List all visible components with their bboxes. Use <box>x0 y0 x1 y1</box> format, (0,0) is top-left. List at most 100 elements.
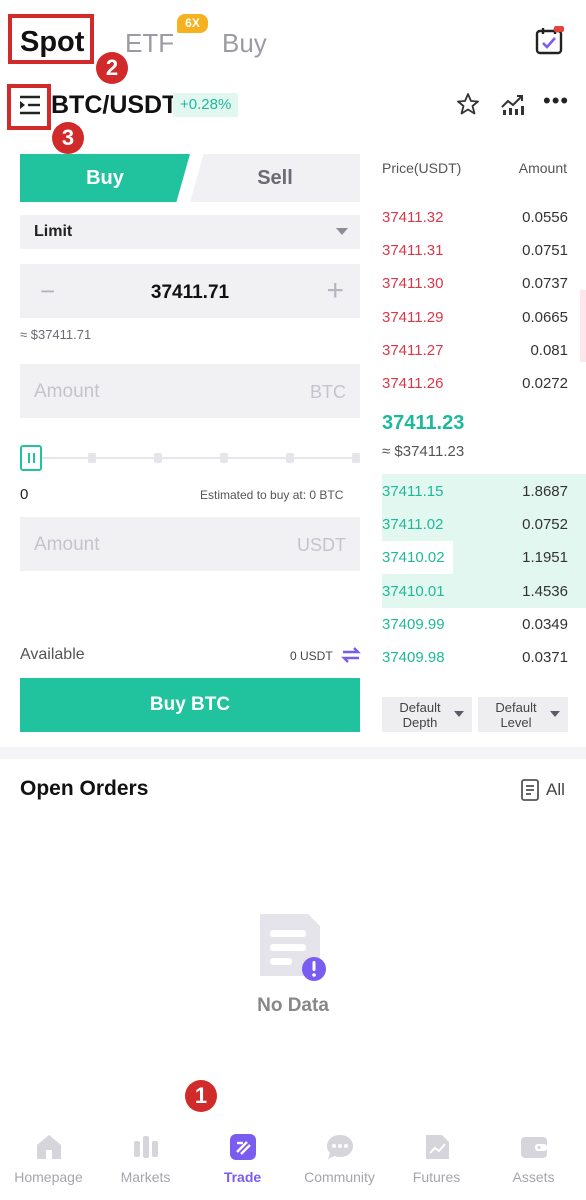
orderbook-price-header: Price(USDT) <box>382 160 462 176</box>
nav-label: Futures <box>412 1169 461 1185</box>
nav-trade[interactable]: Trade <box>194 1112 291 1200</box>
ask-amount: 0.0737 <box>522 275 568 293</box>
bid-amount: 1.4536 <box>522 582 568 600</box>
bid-price: 37411.15 <box>382 483 444 500</box>
star-icon[interactable] <box>456 92 480 116</box>
price-stepper[interactable]: − 37411.71 + <box>20 264 360 318</box>
ask-row[interactable]: 37411.32 0.0556 <box>382 206 568 228</box>
annotation-box-spot <box>8 14 94 64</box>
all-orders-link[interactable]: All <box>546 780 565 800</box>
price-input[interactable]: 37411.71 <box>20 282 360 304</box>
ask-amount: 0.081 <box>530 341 568 359</box>
slider-step[interactable] <box>352 453 360 463</box>
last-price-usd: ≈ $37411.23 <box>382 443 465 460</box>
amount-usdt-placeholder: Amount <box>34 534 100 555</box>
no-data-text: No Data <box>257 995 329 1016</box>
bid-price: 37409.98 <box>382 649 445 666</box>
nav-assets[interactable]: Assets <box>485 1112 582 1200</box>
default-depth-button[interactable]: Default Depth <box>382 697 472 732</box>
tab-etf[interactable]: ETF <box>125 28 174 59</box>
caret-down-icon <box>336 228 348 235</box>
sell-side-tab[interactable]: Sell <box>190 154 360 202</box>
order-type-select[interactable]: Limit <box>20 215 360 249</box>
bid-row[interactable]: 37410.02 1.1951 <box>382 540 586 575</box>
pair-row: BTC/USDT +0.28% ••• <box>0 86 586 126</box>
estimated-buy-text: Estimated to buy at: 0 BTC <box>200 488 344 502</box>
bid-price: 37409.99 <box>382 615 445 633</box>
nav-markets[interactable]: Markets <box>97 1112 194 1200</box>
nav-homepage[interactable]: Homepage <box>0 1112 97 1200</box>
ask-price: 37411.26 <box>382 375 444 392</box>
ask-price: 37411.32 <box>382 209 444 226</box>
bid-row[interactable]: 37409.98 0.0371 <box>382 646 568 668</box>
slider-handle[interactable] <box>20 445 42 471</box>
tab-buy[interactable]: Buy <box>222 28 267 59</box>
buy-side-tab[interactable]: Buy <box>20 154 190 202</box>
bid-amount: 0.0371 <box>522 649 568 666</box>
ask-row[interactable]: 37411.31 0.0751 <box>382 239 568 261</box>
bid-amount: 0.0349 <box>522 615 568 633</box>
caret-down-icon <box>550 711 560 717</box>
slider-step[interactable] <box>154 453 162 463</box>
assets-icon <box>521 1137 547 1158</box>
kline-chart-icon[interactable] <box>500 92 526 116</box>
nav-futures[interactable]: Futures <box>388 1112 485 1200</box>
annotation-number-1: 1 <box>185 1080 217 1112</box>
available-balance: 0 USDT <box>290 649 333 663</box>
ask-amount: 0.0272 <box>522 375 568 392</box>
ask-row[interactable]: 37411.27 0.081 <box>382 339 568 361</box>
transfer-icon[interactable] <box>341 645 361 665</box>
nav-community[interactable]: Community <box>291 1112 388 1200</box>
more-options-icon[interactable]: ••• <box>543 90 569 115</box>
slider-step[interactable] <box>220 453 228 463</box>
slider-step[interactable] <box>286 453 294 463</box>
bid-row[interactable]: 37411.15 1.8687 <box>382 474 586 508</box>
ask-amount: 0.0751 <box>522 242 568 260</box>
amount-slider[interactable] <box>20 444 360 472</box>
ask-price: 37411.29 <box>382 308 444 326</box>
bid-row[interactable]: 37409.99 0.0349 <box>382 613 568 635</box>
ask-price: 37411.30 <box>382 275 444 293</box>
markets-icon <box>134 1136 158 1158</box>
depth-button-line-2: Depth <box>402 715 438 730</box>
buy-btc-button[interactable]: Buy BTC <box>20 678 360 732</box>
amount-usdt-input[interactable]: Amount USDT <box>20 517 360 571</box>
ask-price: 37411.27 <box>382 341 444 359</box>
ask-amount: 0.0556 <box>522 209 568 226</box>
no-data-icon <box>260 914 326 981</box>
document-list-icon[interactable] <box>520 779 540 801</box>
last-price: 37411.23 <box>382 412 465 434</box>
bid-row[interactable]: 37410.01 1.4536 <box>382 573 586 608</box>
ask-row[interactable]: 37411.30 0.0737 <box>382 272 568 294</box>
nav-label: Trade <box>223 1169 262 1185</box>
etf-leverage-badge: 6X <box>177 14 208 33</box>
available-label: Available <box>20 646 85 663</box>
bid-price: 37410.02 <box>382 549 445 567</box>
bid-price: 37410.01 <box>382 582 445 600</box>
bid-price: 37411.02 <box>382 516 444 534</box>
annotation-number-2: 2 <box>96 52 128 84</box>
bid-amount: 0.0752 <box>522 516 568 534</box>
default-level-button[interactable]: Default Level <box>478 697 568 732</box>
ask-amount: 0.0665 <box>522 308 568 326</box>
ask-depth-bar <box>580 290 586 362</box>
calendar-icon[interactable] <box>534 26 564 56</box>
slider-value: 0 <box>20 486 29 503</box>
nav-label: Assets <box>512 1169 555 1185</box>
slider-step[interactable] <box>88 453 96 463</box>
amount-usdt-unit: USDT <box>297 535 346 555</box>
bid-amount: 1.8687 <box>522 483 568 500</box>
amount-btc-input[interactable]: Amount BTC <box>20 364 360 418</box>
open-orders-title: Open Orders <box>20 777 149 800</box>
ask-row[interactable]: 37411.29 0.0665 <box>382 306 568 328</box>
price-plus-button[interactable]: + <box>326 274 344 308</box>
amount-btc-unit: BTC <box>310 382 346 402</box>
pair-name[interactable]: BTC/USDT <box>51 91 177 120</box>
level-button-line-2: Level <box>500 715 532 730</box>
bid-row[interactable]: 37411.02 0.0752 <box>382 507 586 542</box>
nav-label: Community <box>304 1169 375 1185</box>
pair-change-badge: +0.28% <box>173 93 239 117</box>
community-icon <box>327 1135 353 1159</box>
slider-track[interactable] <box>20 457 360 459</box>
ask-row[interactable]: 37411.26 0.0272 <box>382 372 568 394</box>
